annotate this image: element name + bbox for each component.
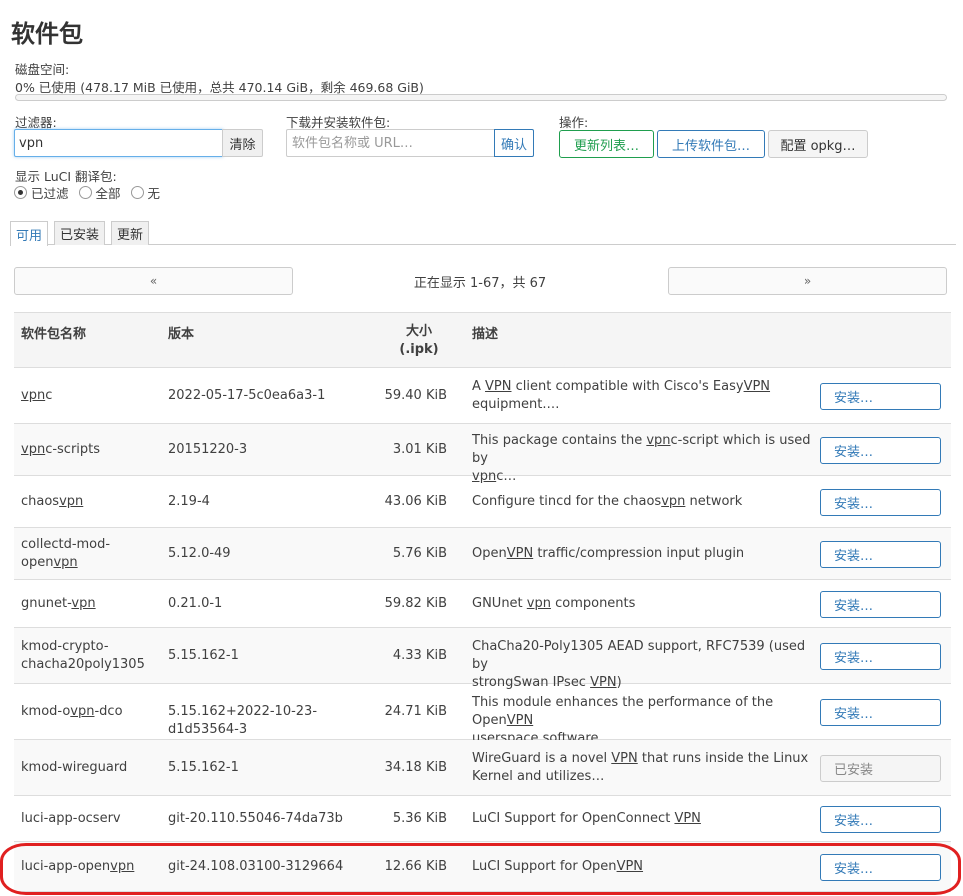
package-description: WireGuard is a novel VPN that runs insid… xyxy=(472,751,809,784)
package-name: kmod-ovpn-dco xyxy=(21,704,123,719)
installed-button: 已安装 xyxy=(820,755,941,782)
package-url-input[interactable] xyxy=(286,129,495,157)
filter-input[interactable] xyxy=(14,129,223,157)
package-version: 5.15.162-1 xyxy=(168,648,239,663)
package-size: 3.01 KiB xyxy=(392,442,447,457)
package-version: 20151220-3 xyxy=(168,442,248,457)
package-name: collectd-mod-openvpn xyxy=(21,537,111,570)
package-size: 24.71 KiB xyxy=(384,704,447,719)
package-name: kmod-wireguard xyxy=(21,760,128,775)
luci-translation-options: 已过滤 全部 无 xyxy=(14,183,170,202)
package-size: 5.36 KiB xyxy=(392,811,447,826)
package-name: chaosvpn xyxy=(21,494,84,509)
pager-info: 正在显示 1-67，共 67 xyxy=(413,276,547,291)
package-description: LuCI Support for OpenVPN xyxy=(472,859,644,874)
install-button[interactable]: 安装… xyxy=(820,806,941,833)
table-row: vpnc-scripts 20151220-3 3.01 KiB This packa… xyxy=(14,424,951,484)
table-row: chaosvpn 2.19-4 43.06 KiB Configure tincd f… xyxy=(14,476,951,528)
table-row: kmod-ovpn-dco 5.15.162+2022-10-23-d1d5356… xyxy=(14,684,951,746)
package-description: LuCI Support for OpenConnect VPN xyxy=(472,811,701,826)
package-size: 43.06 KiB xyxy=(384,494,447,509)
package-size: 12.66 KiB xyxy=(384,859,447,874)
actions-label: 操作: xyxy=(559,115,589,130)
radio-all-dot[interactable] xyxy=(78,186,92,199)
upload-package-button[interactable]: 上传软件包… xyxy=(657,130,765,158)
package-tabs: 可用 已安装 更新 xyxy=(10,221,956,246)
package-version: 0.21.0-1 xyxy=(168,596,223,611)
install-button[interactable]: 安装… xyxy=(820,699,941,726)
disk-space-label: 磁盘空间: xyxy=(15,62,70,77)
package-name: vpnc xyxy=(21,388,53,403)
table-row: luci-app-openvpn git-24.108.03100-3129664… xyxy=(14,842,951,892)
disk-usage-bar xyxy=(15,94,947,101)
table-body: vpnc 2022-05-17-5c0ea6a3-1 59.40 KiB A VPN … xyxy=(14,368,951,892)
package-description: A VPN client compatible with Cisco's Eas… xyxy=(472,379,771,412)
install-button[interactable]: 安装… xyxy=(820,437,941,464)
table-row: kmod-wireguard 5.15.162-1 34.18 KiB WireGua… xyxy=(14,740,951,796)
package-version: 5.15.162-1 xyxy=(168,760,239,775)
package-version: git-24.108.03100-3129664 xyxy=(168,859,344,874)
package-version: 5.12.0-49 xyxy=(168,546,231,561)
table-row: kmod-crypto-chacha20poly1305 5.15.162-1 4.… xyxy=(14,628,951,690)
package-size: 34.18 KiB xyxy=(384,760,447,775)
install-button[interactable]: 安装… xyxy=(820,383,941,410)
header-name: 软件包名称 xyxy=(21,327,87,342)
install-button[interactable]: 安装… xyxy=(820,591,941,618)
header-version: 版本 xyxy=(168,327,195,342)
package-description: OpenVPN traffic/compression input plugin xyxy=(472,546,745,561)
package-version: 5.15.162+2022-10-23-d1d53564-3 xyxy=(168,704,318,737)
package-name: gnunet-vpn xyxy=(21,596,96,611)
package-size: 4.33 KiB xyxy=(392,648,447,663)
package-name: vpnc-scripts xyxy=(21,442,101,457)
table-row: gnunet-vpn 0.21.0-1 59.82 KiB GNUnet vpn co… xyxy=(14,580,951,628)
package-table: 软件包名称 版本 大小 (.ipk) 描述 vpnc 2022-05-17-5c0… xyxy=(14,312,951,892)
clear-filter-button[interactable]: 清除 xyxy=(222,129,263,157)
table-row: vpnc 2022-05-17-5c0ea6a3-1 59.40 KiB A VPN … xyxy=(14,368,951,424)
install-button[interactable]: 安装… xyxy=(820,643,941,670)
radio-filtered-dot[interactable] xyxy=(14,186,27,199)
install-button[interactable]: 安装… xyxy=(820,541,941,568)
package-size: 5.76 KiB xyxy=(392,546,447,561)
package-description: GNUnet vpn components xyxy=(472,596,636,611)
package-version: 2022-05-17-5c0ea6a3-1 xyxy=(168,388,326,403)
pager-prev-button[interactable]: « xyxy=(14,267,293,295)
package-size: 59.82 KiB xyxy=(384,596,447,611)
page-title: 软件包 xyxy=(11,20,83,48)
tab-updates[interactable]: 更新 xyxy=(111,221,150,245)
table-row: collectd-mod-openvpn 5.12.0-49 5.76 KiB Ope… xyxy=(14,528,951,580)
tab-available[interactable]: 可用 xyxy=(10,221,49,246)
install-button[interactable]: 安装… xyxy=(820,854,941,881)
tab-installed[interactable]: 已安装 xyxy=(54,221,106,245)
radio-none-dot[interactable] xyxy=(130,186,144,199)
header-description: 描述 xyxy=(472,327,499,342)
confirm-download-button[interactable]: 确认 xyxy=(494,129,534,157)
package-size: 59.40 KiB xyxy=(384,388,447,403)
install-button[interactable]: 安装… xyxy=(820,489,941,516)
package-name: kmod-crypto-chacha20poly1305 xyxy=(21,639,145,672)
package-name: luci-app-ocserv xyxy=(21,811,121,826)
pager-next-button[interactable]: » xyxy=(668,267,947,295)
table-header: 软件包名称 版本 大小 (.ipk) 描述 xyxy=(14,312,951,368)
table-row: luci-app-ocserv git-20.110.55046-74da73b 5… xyxy=(14,796,951,842)
package-name: luci-app-openvpn xyxy=(21,859,135,874)
package-version: 2.19-4 xyxy=(168,494,210,509)
package-description: Configure tincd for the chaosvpn network xyxy=(472,494,743,509)
radio-all[interactable]: 全部 xyxy=(78,183,121,202)
radio-filtered[interactable]: 已过滤 xyxy=(14,183,69,202)
configure-opkg-button[interactable]: 配置 opkg… xyxy=(768,130,868,158)
update-lists-button[interactable]: 更新列表… xyxy=(559,130,654,158)
radio-none[interactable]: 无 xyxy=(130,183,160,202)
header-size: 大小 (.ipk) xyxy=(399,324,439,357)
package-version: git-20.110.55046-74da73b xyxy=(168,811,343,826)
